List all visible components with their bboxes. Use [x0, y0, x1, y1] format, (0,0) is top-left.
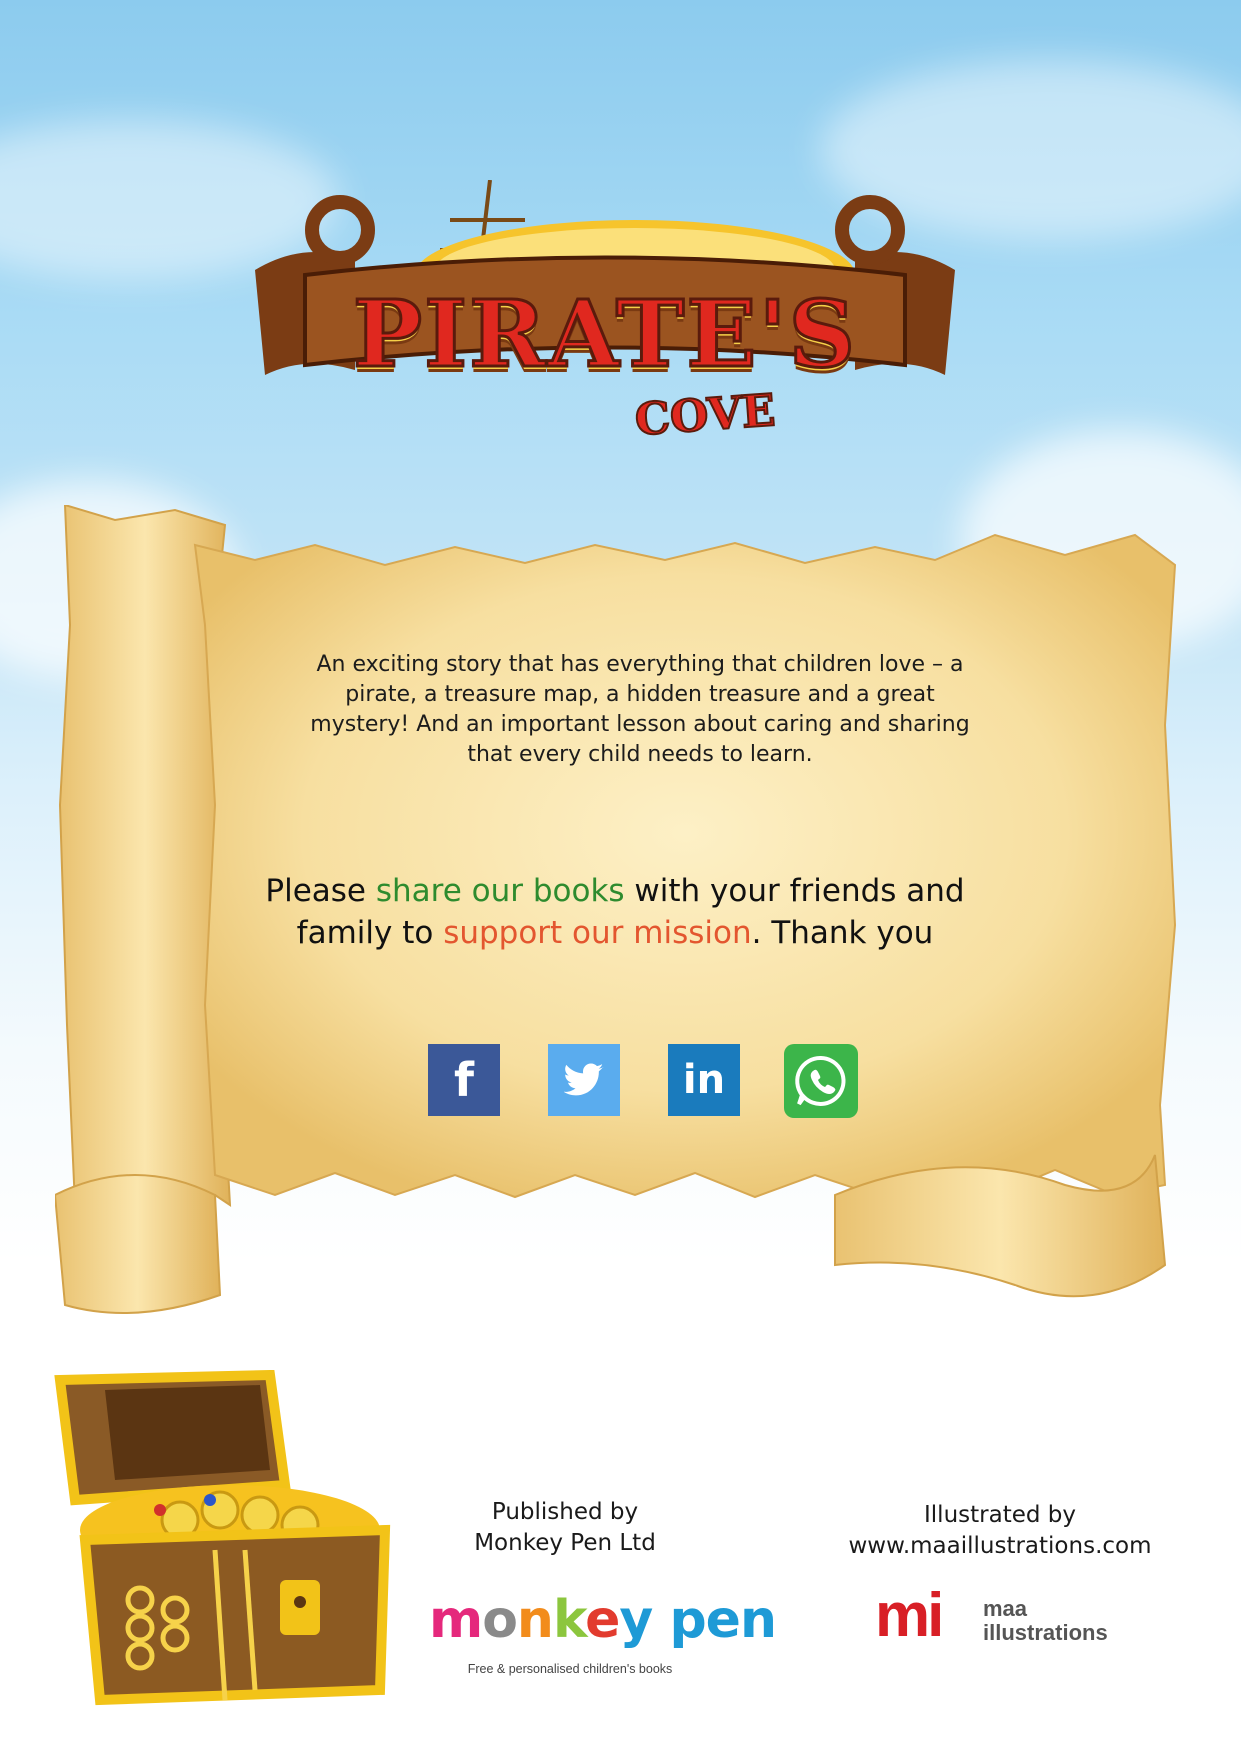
logo-subtitle: COVE: [632, 384, 777, 447]
share-books-highlight: share our books: [375, 873, 625, 909]
support-mission-highlight: support our mission: [443, 915, 752, 951]
illustrator-credit: Illustrated by www.maaillustrations.com: [840, 1500, 1160, 1562]
share-text-start: Please: [265, 873, 376, 909]
whatsapp-share-button[interactable]: [784, 1044, 858, 1118]
monkey-pen-wordmark: monkey pen: [429, 1590, 777, 1650]
publisher-credit: Published by Monkey Pen Ltd: [440, 1497, 690, 1559]
logo-letter-m: m: [429, 1590, 483, 1650]
logo-letter-n2: n: [739, 1590, 777, 1650]
maa-logo-line2: illustrations: [983, 1620, 1108, 1645]
publisher-name: Monkey Pen Ltd: [474, 1530, 656, 1556]
monkey-pen-tagline: Free & personalised children's books: [467, 1662, 673, 1676]
share-message: Please share our books with your friends…: [250, 870, 980, 954]
pirates-cove-logo: PIRATE'S COVE: [245, 179, 965, 450]
facebook-icon: f: [453, 1053, 474, 1107]
monkey-face-icon: o: [482, 1590, 518, 1650]
logo-letter-e: e: [585, 1590, 620, 1650]
logo-letter-n: n: [516, 1590, 554, 1650]
logo-title: PIRATE'S: [351, 279, 858, 390]
maa-mark-icon: mi: [875, 1581, 944, 1650]
twitter-share-button[interactable]: [548, 1044, 620, 1116]
monkey-pen-logo[interactable]: monkey pen Free & personalised children'…: [425, 1590, 777, 1680]
logo-space: [652, 1590, 669, 1650]
treasure-chest-illustration: [54, 1370, 391, 1706]
back-cover-page: PIRATE'S COVE An exciting story that has…: [0, 0, 1241, 1754]
maa-illustrations-logo[interactable]: mi maa illustrations: [875, 1585, 1135, 1655]
whatsapp-icon: [795, 1055, 846, 1106]
facebook-share-button[interactable]: f: [428, 1044, 500, 1116]
share-text-end: . Thank you: [751, 915, 934, 951]
linkedin-share-button[interactable]: in: [668, 1044, 740, 1116]
book-description: An exciting story that has everything th…: [310, 652, 970, 767]
logo-letter-k: k: [552, 1590, 586, 1650]
linkedin-icon: in: [682, 1057, 726, 1103]
illustrator-website-link[interactable]: www.maaillustrations.com: [840, 1531, 1160, 1562]
maa-logo-text: maa illustrations: [983, 1597, 1108, 1645]
maa-logo-line1: maa: [983, 1596, 1028, 1621]
logo-letter-p: p: [669, 1590, 706, 1650]
illustrated-by-label: Illustrated by: [924, 1502, 1076, 1528]
twitter-bird-icon: [564, 1063, 604, 1096]
logo-letter-y: y: [619, 1590, 653, 1650]
published-by-label: Published by: [491, 1499, 639, 1525]
logo-letter-e2: e: [705, 1590, 741, 1650]
